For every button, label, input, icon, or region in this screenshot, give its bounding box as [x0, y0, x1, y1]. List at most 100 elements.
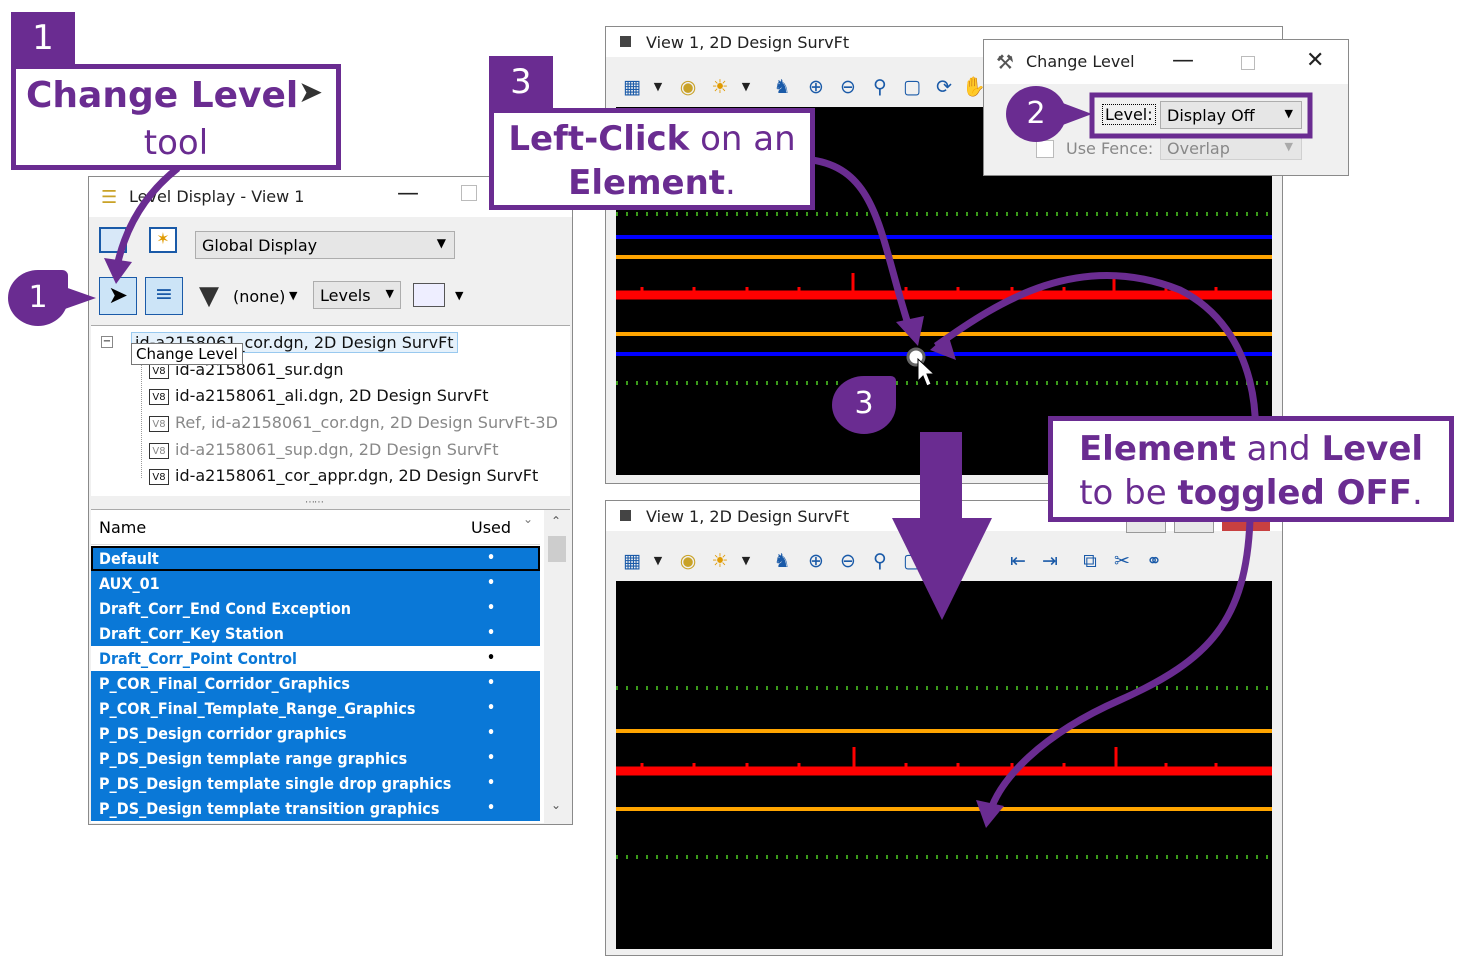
- level-row[interactable]: AUX_01 •: [91, 571, 540, 596]
- display-style-icon[interactable]: ◉: [676, 549, 700, 573]
- level-row[interactable]: Default •: [91, 546, 540, 571]
- rotate-view-icon[interactable]: ⟳: [932, 75, 956, 99]
- tree-connector: [141, 352, 143, 478]
- zoom-out-icon[interactable]: ⊖: [836, 75, 860, 99]
- level-select[interactable]: Display Off ▼: [1160, 101, 1302, 129]
- mode-select-value: Levels: [320, 286, 371, 305]
- tree-item[interactable]: V8 id-a2158061_sup.dgn, 2D Design SurvFt: [149, 440, 499, 459]
- filter-icon[interactable]: ▼: [199, 281, 219, 311]
- close-button[interactable]: ✕: [1306, 48, 1324, 73]
- select-view-icon[interactable]: ✶: [149, 227, 177, 253]
- view-select[interactable]: Global Display ▼: [195, 231, 455, 259]
- window-area-icon[interactable]: ⚲: [868, 549, 892, 573]
- change-level-titlebar: ⚒ Change Level — ✕: [984, 40, 1348, 84]
- maximize-button[interactable]: [461, 185, 477, 201]
- lighting-icon[interactable]: ☀: [708, 75, 732, 99]
- maximize-button[interactable]: [1241, 56, 1255, 70]
- level-name: Draft_Corr_End Cond Exception: [99, 599, 352, 618]
- display-options-chevron-icon[interactable]: ▼: [455, 289, 463, 302]
- window-area-icon[interactable]: ⚲: [868, 75, 892, 99]
- previous-view-icon[interactable]: ⇤: [1006, 549, 1030, 573]
- level-display-window: ☰ Level Display - View 1 — ✶ Global Disp…: [88, 176, 573, 825]
- fence-select[interactable]: Overlap ▼: [1160, 136, 1302, 160]
- step3-pointer-label: 3: [854, 386, 874, 421]
- minimize-button[interactable]: —: [397, 181, 419, 206]
- level-tree-icon[interactable]: ≡: [145, 277, 183, 315]
- tree-item[interactable]: V8 Ref, id-a2158061_cor.dgn, 2D Design Su…: [149, 413, 558, 432]
- level-used-mark: •: [487, 550, 496, 566]
- level-used-mark: •: [487, 700, 496, 716]
- level-row[interactable]: Draft_Corr_End Cond Exception •: [91, 596, 540, 621]
- level-used-mark: •: [487, 750, 496, 766]
- zoom-in-icon[interactable]: ⊕: [804, 549, 828, 573]
- levels-scrollbar[interactable]: ⌃ ⌄: [544, 510, 570, 823]
- step1-subtitle: tool: [143, 123, 209, 163]
- view-attributes-icon[interactable]: ▦: [620, 75, 644, 99]
- display-options-icon[interactable]: [413, 283, 445, 307]
- level-row[interactable]: Draft_Corr_Point Control •: [91, 646, 540, 671]
- level-used-mark: •: [487, 775, 496, 791]
- mouse-cursor-icon: [917, 357, 936, 387]
- level-row[interactable]: P_DS_Design corridor graphics •: [91, 721, 540, 746]
- view-bottom-canvas[interactable]: [616, 581, 1272, 949]
- window-icon: [620, 510, 631, 521]
- col-name-header[interactable]: Name: [99, 518, 146, 537]
- mode-select[interactable]: Levels ▼: [313, 281, 401, 309]
- filter-chevron-icon[interactable]: ▼: [289, 289, 297, 302]
- filter-value[interactable]: (none): [233, 287, 285, 306]
- level-used-mark: •: [487, 650, 496, 666]
- fit-view-icon[interactable]: ▢: [900, 75, 924, 99]
- result-line1: Element and Level: [1078, 429, 1424, 469]
- view-top-title: View 1, 2D Design SurvFt: [646, 33, 850, 52]
- chevron-down-icon[interactable]: ▼: [734, 549, 758, 573]
- use-fence-checkbox[interactable]: [1036, 140, 1054, 158]
- update-view-icon[interactable]: ♞: [770, 75, 794, 99]
- chevron-down-icon[interactable]: ▼: [734, 75, 758, 99]
- change-level-title: Change Level: [1026, 52, 1135, 71]
- next-view-icon[interactable]: ⇥: [1038, 549, 1062, 573]
- zoom-in-icon[interactable]: ⊕: [804, 75, 828, 99]
- lighting-icon[interactable]: ☀: [708, 549, 732, 573]
- change-level-tool-button[interactable]: ➤: [99, 277, 137, 315]
- chevron-down-icon[interactable]: ▼: [646, 549, 670, 573]
- zoom-out-icon[interactable]: ⊖: [836, 549, 860, 573]
- copy-view-icon[interactable]: ⧉: [1078, 549, 1102, 573]
- change-level-tool-icon: ➤: [298, 75, 324, 110]
- chevron-down-icon: ▼: [1284, 107, 1293, 120]
- clip-volume-icon[interactable]: ✂: [1110, 549, 1134, 573]
- scroll-down-icon[interactable]: ⌄: [551, 798, 561, 812]
- level-row[interactable]: P_COR_Final_Corridor_Graphics •: [91, 671, 540, 696]
- level-name: P_DS_Design template range graphics: [99, 749, 408, 768]
- level-display-icon: ☰: [101, 187, 118, 208]
- level-name: Draft_Corr_Point Control: [99, 649, 297, 668]
- update-view-icon[interactable]: ♞: [770, 549, 794, 573]
- display-style-icon[interactable]: ◉: [676, 75, 700, 99]
- collapse-icon[interactable]: −: [101, 336, 113, 348]
- splitter-handle[interactable]: ⋯⋯: [305, 497, 324, 508]
- level-name: P_DS_Design template single drop graphic…: [99, 774, 452, 793]
- step3-line1: Left-Click on an: [508, 119, 796, 159]
- tree-item[interactable]: V8 id-a2158061_ali.dgn, 2D Design SurvFt: [149, 386, 489, 405]
- level-row[interactable]: P_DS_Design template single drop graphic…: [91, 771, 540, 796]
- level-used-mark: •: [487, 575, 496, 591]
- level-row[interactable]: P_DS_Design template range graphics •: [91, 746, 540, 771]
- view-attributes-icon[interactable]: ▦: [620, 549, 644, 573]
- chevron-down-icon[interactable]: ▼: [646, 75, 670, 99]
- level-row[interactable]: P_DS_Design template transition graphics…: [91, 796, 540, 821]
- level-row[interactable]: Draft_Corr_Key Station •: [91, 621, 540, 646]
- scroll-thumb[interactable]: [548, 536, 566, 562]
- col-used-header[interactable]: Used: [471, 518, 511, 537]
- minimize-button[interactable]: —: [1172, 48, 1194, 73]
- level-used-mark: •: [487, 600, 496, 616]
- level-used-mark: •: [487, 800, 496, 816]
- scroll-up-icon[interactable]: ⌃: [551, 514, 561, 528]
- tree-item[interactable]: V8 id-a2158061_cor_appr.dgn, 2D Design Su…: [149, 466, 538, 485]
- levels-table: Name Used ⌄ Default • AUX_01 • Draft_Corr_En…: [91, 509, 570, 823]
- view-attributes-icon[interactable]: [99, 227, 127, 253]
- levels-header: Name Used ⌄: [91, 510, 540, 545]
- level-name: Draft_Corr_Key Station: [99, 624, 284, 643]
- level-row[interactable]: P_COR_Final_Template_Range_Graphics •: [91, 696, 540, 721]
- clip-mask-icon[interactable]: ⚭: [1142, 549, 1166, 573]
- level-select-value: Display Off: [1167, 106, 1255, 125]
- fit-view-icon[interactable]: ▢: [900, 549, 924, 573]
